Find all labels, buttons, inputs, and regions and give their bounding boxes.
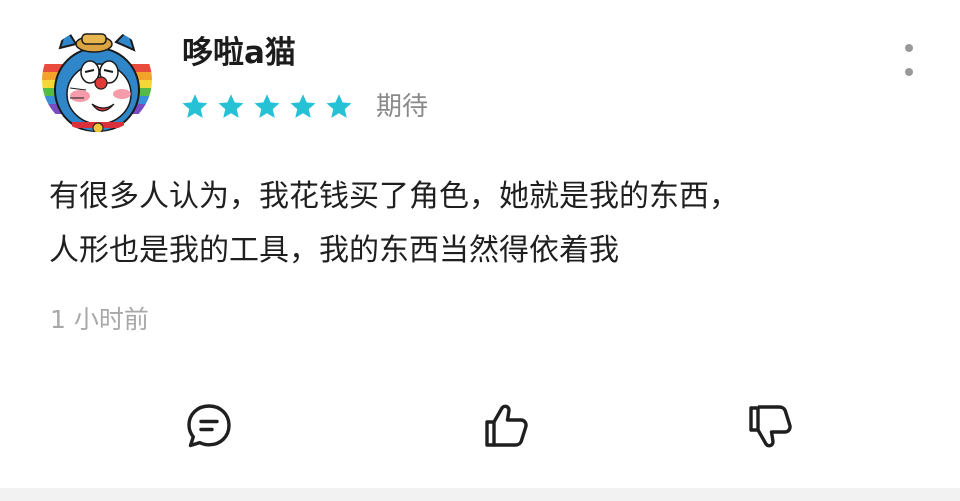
more-vertical-icon — [905, 44, 913, 52]
like-button[interactable] — [478, 398, 534, 454]
section-divider — [0, 488, 960, 501]
review-timestamp: 1 小时前 — [50, 305, 149, 334]
doraemon-avatar-icon — [42, 28, 152, 132]
more-options-button[interactable] — [896, 40, 922, 80]
star-icon — [326, 94, 352, 118]
star-icon — [182, 94, 208, 118]
star-rating — [180, 92, 354, 122]
rating-row: 期待 — [180, 90, 428, 124]
more-vertical-icon-dot — [905, 68, 913, 76]
comment-icon — [187, 404, 231, 448]
star-icon — [218, 94, 244, 118]
comment-button[interactable] — [181, 398, 237, 454]
review-text: 有很多人认为，我花钱买了角色，她就是我的东西， 人形也是我的工具，我的东西当然得… — [49, 170, 929, 278]
dislike-button[interactable] — [742, 398, 798, 454]
user-avatar[interactable] — [42, 28, 152, 132]
review-card: 哆啦a猫 期待 有很多人认为，我花钱买了角色，她就是我的东西， 人形也是我的工具… — [0, 0, 960, 488]
rating-label: 期待 — [376, 92, 429, 122]
star-icon — [290, 94, 316, 118]
star-icon — [254, 94, 280, 118]
review-text-line: 人形也是我的工具，我的东西当然得依着我 — [49, 233, 619, 268]
username[interactable]: 哆啦a猫 — [182, 32, 296, 74]
review-text-line: 有很多人认为，我花钱买了角色，她就是我的东西， — [49, 179, 739, 214]
thumbs-up-icon — [485, 404, 528, 447]
thumbs-down-icon — [749, 405, 792, 448]
